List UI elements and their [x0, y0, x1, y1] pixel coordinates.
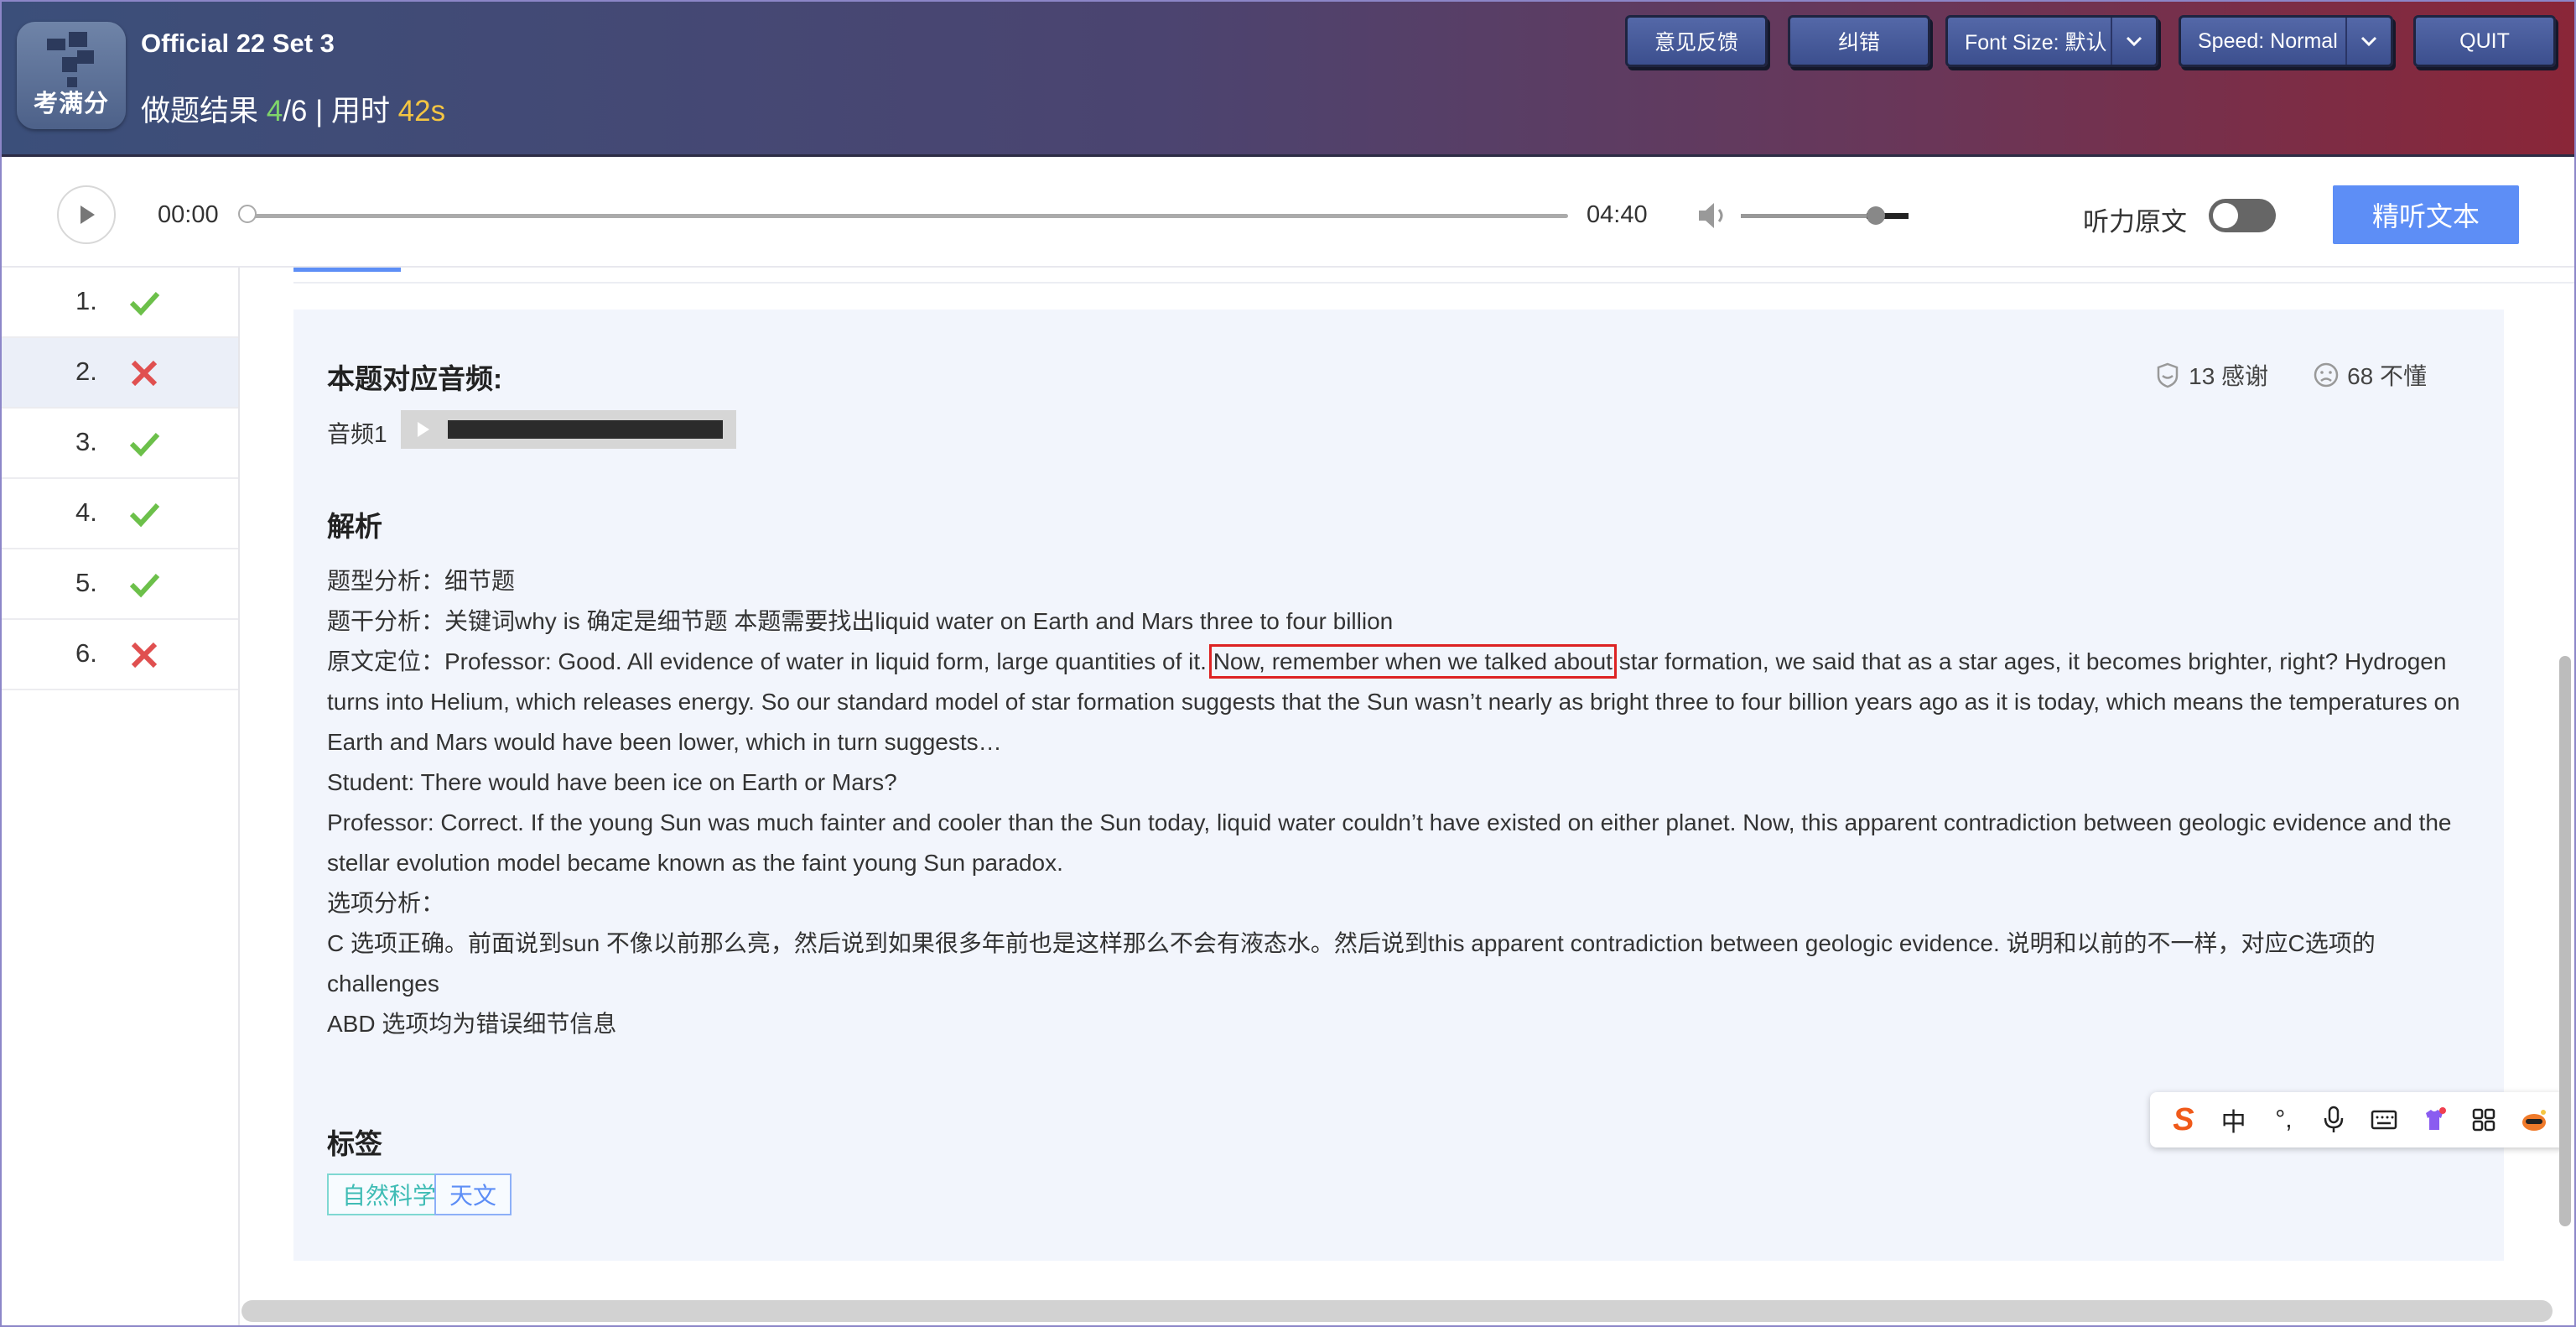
- intensive-listening-button[interactable]: 精听文本: [2333, 185, 2519, 244]
- option-analysis-label: 选项分析：: [327, 890, 445, 916]
- question-number: 6.: [75, 638, 97, 668]
- keyboard-icon[interactable]: [2366, 1101, 2402, 1138]
- result-time: 42s: [397, 95, 446, 127]
- confused-count: 68 不懂: [2347, 363, 2427, 389]
- app-window: 考满分 Official 22 Set 3 做题结果 4/6 | 用时 42s …: [0, 0, 2576, 1327]
- correction-button-label: 纠错: [1837, 31, 1880, 55]
- ime-punctuation-toggle[interactable]: °,: [2265, 1101, 2302, 1138]
- play-button[interactable]: [57, 185, 116, 244]
- question-item[interactable]: 2.: [2, 338, 238, 409]
- tag-natural-science[interactable]: 自然科学: [327, 1173, 452, 1215]
- cross-icon: [131, 360, 158, 387]
- mascot-icon[interactable]: [2516, 1101, 2553, 1138]
- check-icon: [129, 291, 160, 316]
- mini-play-icon[interactable]: [418, 422, 429, 437]
- audio-player-bar: 00:00 04:40 听力原文 精听文本: [2, 157, 2574, 268]
- tag-astronomy[interactable]: 天文: [434, 1173, 512, 1215]
- question-number: 1.: [75, 286, 97, 315]
- speed-select[interactable]: Speed: Normal: [2179, 15, 2393, 67]
- progress-track[interactable]: [245, 214, 1568, 218]
- vertical-scrollbar[interactable]: [2559, 656, 2571, 1226]
- intensive-listening-label: 精听文本: [2371, 201, 2480, 232]
- thanks-count: 13 感谢: [2189, 363, 2269, 389]
- analysis-heading: 解析: [327, 511, 382, 542]
- analysis-text: 题型分析：细节题 题干分析：关键词why is 确定是细节题 本题需要找出liq…: [327, 561, 2487, 1044]
- question-list: 1. 2. 3. 4. 5. 6.: [2, 268, 240, 1325]
- audio-clip-bar[interactable]: [448, 420, 723, 439]
- font-size-select[interactable]: Font Size: 默认: [1945, 15, 2158, 67]
- correction-button[interactable]: 纠错: [1788, 15, 1930, 67]
- professor-line: Professor: Correct. If the young Sun was…: [327, 809, 2452, 876]
- stem-analysis-line: 题干分析：关键词why is 确定是细节题 本题需要找出liquid water…: [327, 608, 1394, 634]
- feedback-button-label: 意见反馈: [1654, 31, 1738, 55]
- question-item[interactable]: 3.: [2, 409, 238, 479]
- source-text-before: 原文定位：Professor: Good. All evidence of wa…: [327, 648, 1213, 674]
- page-title: Official 22 Set 3: [141, 29, 335, 58]
- progress-knob[interactable]: [238, 205, 257, 223]
- original-text-label: 听力原文: [2083, 207, 2187, 237]
- font-size-label: Font Size: 默认: [1965, 31, 2107, 55]
- result-correct-count: 4: [266, 95, 283, 127]
- app-logo: 考满分: [17, 22, 126, 129]
- audio-clip-label: 音频1: [327, 421, 387, 447]
- check-icon: [129, 573, 160, 598]
- ime-language-toggle[interactable]: 中: [2215, 1101, 2252, 1138]
- thanks-button[interactable]: 13 感谢: [2153, 358, 2268, 392]
- question-number: 2.: [75, 356, 97, 386]
- thanks-icon: [2157, 362, 2179, 388]
- sad-face-icon: [2314, 362, 2339, 388]
- logo-glyph-icon: [47, 32, 94, 87]
- result-summary: 做题结果 4/6 | 用时 42s: [141, 87, 445, 130]
- result-total: /6: [283, 95, 308, 127]
- ime-logo[interactable]: S: [2165, 1101, 2202, 1138]
- play-icon: [80, 206, 95, 224]
- question-item[interactable]: 4.: [2, 479, 238, 549]
- volume-knob[interactable]: [1867, 206, 1885, 225]
- audio-clip-player[interactable]: [401, 410, 736, 449]
- duration-time: 04:40: [1587, 201, 1648, 228]
- chevron-down-icon: [2126, 36, 2142, 47]
- option-c-explanation: C 选项正确。前面说到sun 不像以前那么亮，然后说到如果很多年前也是这样那么不…: [327, 930, 2376, 997]
- volume-icon[interactable]: [1696, 199, 1732, 232]
- option-abd-explanation: ABD 选项均为错误细节信息: [327, 1011, 617, 1037]
- microphone-icon[interactable]: [2315, 1101, 2352, 1138]
- result-prefix: 做题结果: [141, 95, 267, 127]
- confused-button[interactable]: 68 不懂: [2312, 358, 2427, 392]
- current-time: 00:00: [158, 201, 219, 228]
- original-text-toggle[interactable]: [2209, 199, 2276, 232]
- tags-heading: 标签: [327, 1128, 382, 1159]
- check-icon: [129, 432, 160, 457]
- horizontal-scrollbar[interactable]: [242, 1300, 2553, 1322]
- question-item[interactable]: 6.: [2, 620, 238, 690]
- quit-button-label: QUIT: [2459, 29, 2510, 53]
- quit-button[interactable]: QUIT: [2413, 15, 2556, 67]
- audio-section-heading: 本题对应音频:: [327, 363, 502, 394]
- highlighted-text: Now, remember when we talked about: [1208, 644, 1617, 679]
- ime-toolbar: S 中 °,: [2150, 1092, 2568, 1147]
- result-separator: | 用时: [307, 95, 398, 127]
- question-number: 4.: [75, 497, 97, 527]
- cross-icon: [131, 642, 158, 669]
- question-number: 5.: [75, 568, 97, 597]
- student-line: Student: There would have been ice on Ea…: [327, 769, 897, 795]
- question-item[interactable]: 1.: [2, 268, 238, 338]
- logo-text: 考满分: [33, 91, 109, 117]
- tab-divider: [293, 282, 2574, 284]
- source-location-line: 原文定位：Professor: Good. All evidence of wa…: [327, 642, 2487, 762]
- question-number: 3.: [75, 427, 97, 456]
- question-item[interactable]: 5.: [2, 549, 238, 620]
- active-tab-indicator: [293, 268, 401, 272]
- reaction-stats: 13 感谢 68 不懂: [2153, 358, 2427, 392]
- skin-icon[interactable]: [2416, 1101, 2453, 1138]
- header-bar: 考满分 Official 22 Set 3 做题结果 4/6 | 用时 42s …: [2, 2, 2574, 157]
- chevron-down-icon: [2360, 36, 2377, 47]
- question-type-line: 题型分析：细节题: [327, 568, 516, 594]
- check-icon: [129, 502, 160, 528]
- feedback-button[interactable]: 意见反馈: [1625, 15, 1768, 67]
- apps-grid-icon[interactable]: [2465, 1101, 2502, 1138]
- speed-label: Speed: Normal: [2198, 29, 2338, 53]
